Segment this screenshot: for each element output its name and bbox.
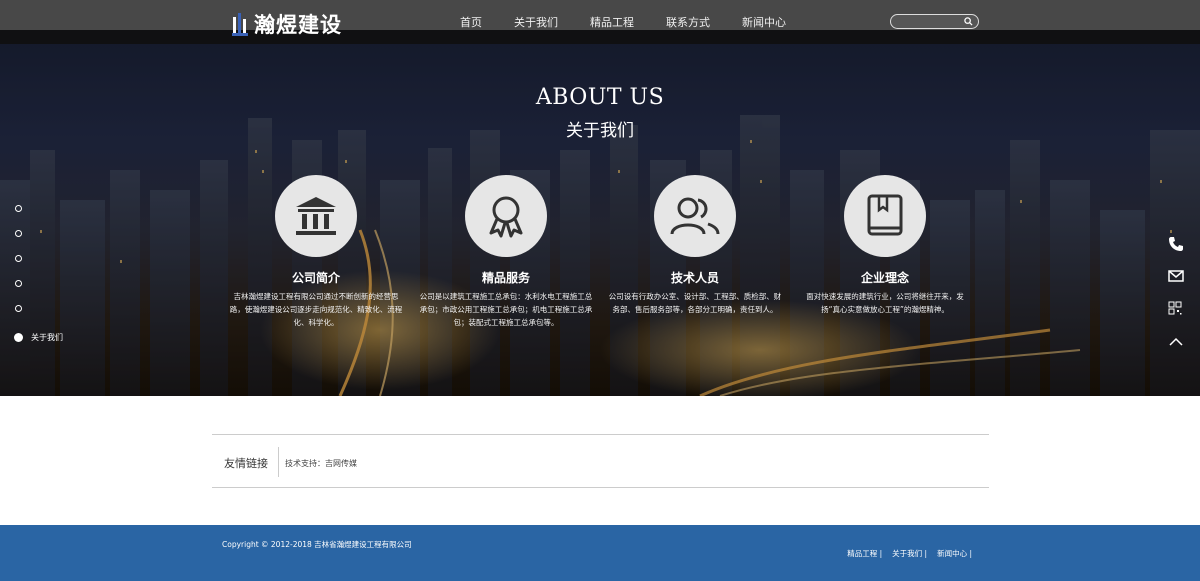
card-title: 精品服务 [481,271,530,285]
hero-section: ABOUT US 关于我们 公司简介 吉林瀚煜建设工程有限公司通过不断创新的经营… [0,30,1200,396]
mail-icon[interactable] [1168,268,1186,286]
footer-link-projects[interactable]: 精品工程 | [847,548,882,559]
active-dot [14,333,23,342]
section-dot[interactable] [15,205,22,212]
card-title: 公司简介 [291,271,340,285]
site-logo[interactable]: 瀚煜建设 [232,9,342,39]
site-footer: Copyright © 2012-2018 吉林省瀚煜建设工程有限公司 精品工程… [0,525,1200,581]
hero-title: ABOUT US [535,85,665,110]
card-title: 企业理念 [860,271,909,285]
search-box [890,14,979,29]
card-text: 吉林瀚煜建设工程有限公司通过不断创新的经营思路，使瀚煜建设公司逐步走向规范化、精… [229,292,403,327]
friend-link-item[interactable]: 技术支持：吉网传媒 [285,458,357,469]
bank-icon [275,175,357,257]
footer-link-about[interactable]: 关于我们 | [892,548,927,559]
people-icon [654,175,736,257]
section-dots [15,205,22,330]
copyright-text: Copyright © 2012-2018 吉林省瀚煜建设工程有限公司 [222,540,412,549]
section-dot[interactable] [15,230,22,237]
friend-links-title: 友情链接 [224,457,268,470]
friend-links: 友情链接 技术支持：吉网传媒 [212,434,989,488]
card-text: 面对快速发展的建筑行业，公司将继往开来，发扬“真心实意做放心工程”的瀚煜精神。 [806,292,964,314]
intro-card-service[interactable]: 精品服务 公司是以建筑工程施工总承包：水利水电工程施工总承包；市政公用工程施工总… [411,175,601,329]
nav-about[interactable]: 关于我们 [514,14,558,30]
book-icon [844,175,926,257]
qrcode-icon[interactable] [1168,300,1186,318]
side-toolbar [1168,236,1186,364]
search-input[interactable] [897,15,963,28]
card-title: 技术人员 [670,271,719,285]
divider [278,447,279,477]
chevron-up-icon[interactable] [1168,332,1186,350]
intro-card-philosophy[interactable]: 企业理念 面对快速发展的建筑行业，公司将继往开来，发扬“真心实意做放心工程”的瀚… [790,175,980,316]
phone-icon[interactable] [1168,236,1186,254]
site-header: 瀚煜建设 首页 关于我们 精品工程 联系方式 新闻中心 [0,0,1200,44]
nav-contact[interactable]: 联系方式 [666,14,710,30]
section-dot-active[interactable]: 关于我们 [14,332,63,343]
hero-subtitle: 关于我们 [566,121,634,141]
award-icon [465,175,547,257]
nav-home[interactable]: 首页 [460,14,482,30]
search-icon[interactable] [964,17,973,26]
section-dot[interactable] [15,255,22,262]
active-section-label: 关于我们 [31,333,63,342]
nav-news[interactable]: 新闻中心 [742,14,786,30]
card-text: 公司设有行政办公室、设计部、工程部、质检部、财务部、售后服务部等，各部分工明确，… [608,292,782,314]
main-nav: 首页 关于我们 精品工程 联系方式 新闻中心 [460,14,818,30]
logo-mark-icon [232,11,248,37]
intro-card-staff[interactable]: 技术人员 公司设有行政办公室、设计部、工程部、质检部、财务部、售后服务部等，各部… [600,175,790,316]
footer-link-news[interactable]: 新闻中心 | [937,548,972,559]
nav-projects[interactable]: 精品工程 [590,14,634,30]
intro-card-company[interactable]: 公司简介 吉林瀚煜建设工程有限公司通过不断创新的经营思路，使瀚煜建设公司逐步走向… [221,175,411,329]
logo-text: 瀚煜建设 [254,13,342,37]
section-dot[interactable] [15,280,22,287]
footer-links: 精品工程 | 关于我们 | 新闻中心 | [837,548,972,559]
card-text: 公司是以建筑工程施工总承包：水利水电工程施工总承包；市政公用工程施工总承包；机电… [419,292,593,327]
section-dot[interactable] [15,305,22,312]
